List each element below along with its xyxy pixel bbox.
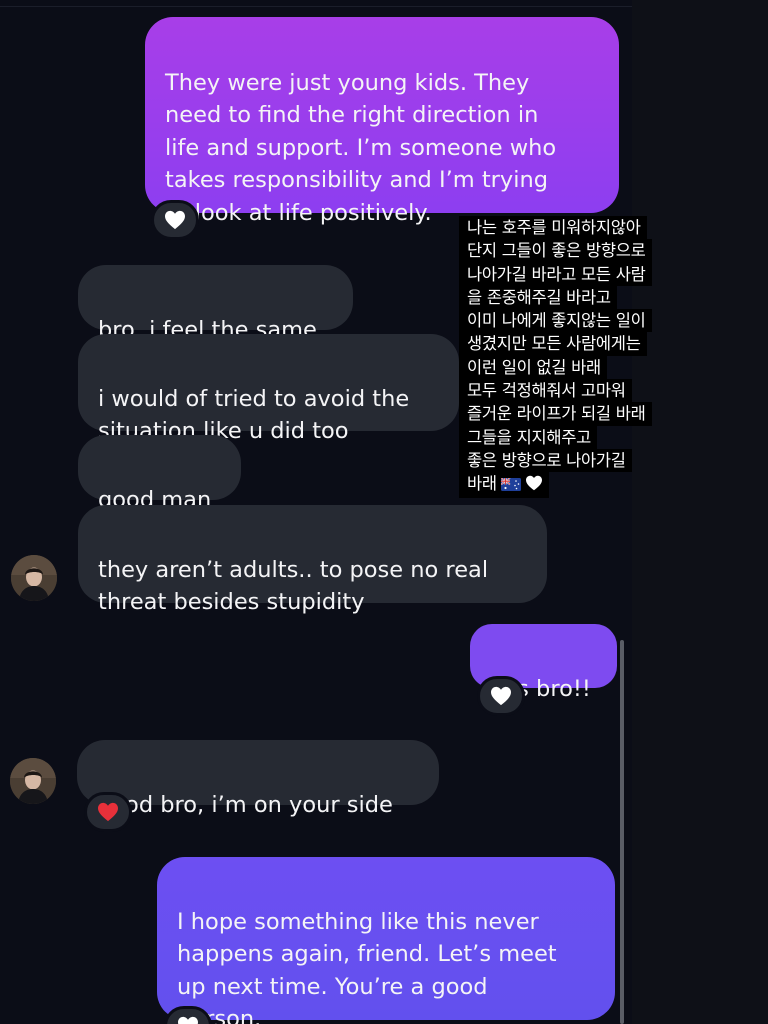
caption-line: 모두 걱정해줘서 고마워 bbox=[459, 379, 632, 403]
scrollbar[interactable] bbox=[620, 640, 624, 1024]
outgoing-message-bubble[interactable]: They were just young kids. They need to … bbox=[145, 17, 619, 226]
caption-line: 생겼지만 모든 사람에게는 bbox=[459, 332, 647, 356]
white-heart-icon bbox=[491, 686, 511, 706]
caption-line: 단지 그들이 좋은 방향으로 bbox=[459, 239, 652, 263]
divider bbox=[0, 6, 632, 7]
avatar[interactable] bbox=[11, 555, 57, 601]
australia-flag-icon bbox=[500, 474, 521, 497]
white-heart-icon bbox=[165, 210, 185, 230]
caption-line: 그들을 지지해주고 bbox=[459, 425, 597, 449]
message-text: I hope something like this never happens… bbox=[177, 908, 557, 1024]
incoming-message-bubble[interactable]: they aren’t adults.. to pose no real thr… bbox=[78, 505, 547, 615]
caption-line: 나는 호주를 미워하지않아 bbox=[459, 216, 647, 240]
reaction-red-heart[interactable] bbox=[84, 792, 132, 832]
incoming-message-bubble[interactable]: good bro, i’m on your side bbox=[77, 740, 439, 818]
incoming-message-bubble[interactable]: bro, i feel the same bbox=[78, 265, 353, 343]
incoming-message-bubble[interactable]: i would of tried to avoid the situation … bbox=[78, 334, 459, 444]
white-heart-icon bbox=[525, 474, 543, 497]
caption-overlay: 나는 호주를 미워하지않아 단지 그들이 좋은 방향으로 나아가길 바라고 모든… bbox=[459, 216, 685, 498]
caption-line: 좋은 방향으로 나아가길 bbox=[459, 448, 632, 473]
message-text: They were just young kids. They need to … bbox=[165, 69, 557, 226]
profile-photo-icon bbox=[11, 555, 57, 601]
caption-line: 나아가길 바라고 모든 사람 bbox=[459, 262, 652, 286]
caption-line: 즐거운 라이프가 되길 바래 bbox=[459, 402, 652, 426]
red-heart-icon bbox=[98, 802, 118, 822]
chat-thread: They were just young kids. They need to … bbox=[0, 0, 632, 1024]
message-text: good bro, i’m on your side bbox=[97, 791, 393, 818]
message-text: they aren’t adults.. to pose no real thr… bbox=[98, 556, 489, 616]
caption-line: 이미 나에게 좋지않는 일이 bbox=[459, 309, 652, 333]
reaction-white-heart[interactable] bbox=[477, 676, 525, 716]
reaction-white-heart[interactable] bbox=[151, 200, 199, 240]
profile-photo-icon bbox=[10, 758, 56, 804]
caption-line: 이런 일이 없길 바래 bbox=[459, 355, 607, 380]
incoming-message-bubble[interactable]: good man bbox=[78, 435, 241, 513]
outgoing-message-bubble[interactable]: I hope something like this never happens… bbox=[157, 857, 615, 1024]
caption-text: 바래 bbox=[467, 474, 497, 494]
caption-line: 을 존중해주길 바라고 bbox=[459, 285, 617, 310]
side-panel bbox=[632, 0, 768, 1024]
white-heart-icon bbox=[178, 1016, 198, 1024]
avatar[interactable] bbox=[10, 758, 56, 804]
caption-line-last: 바래 bbox=[459, 472, 549, 498]
